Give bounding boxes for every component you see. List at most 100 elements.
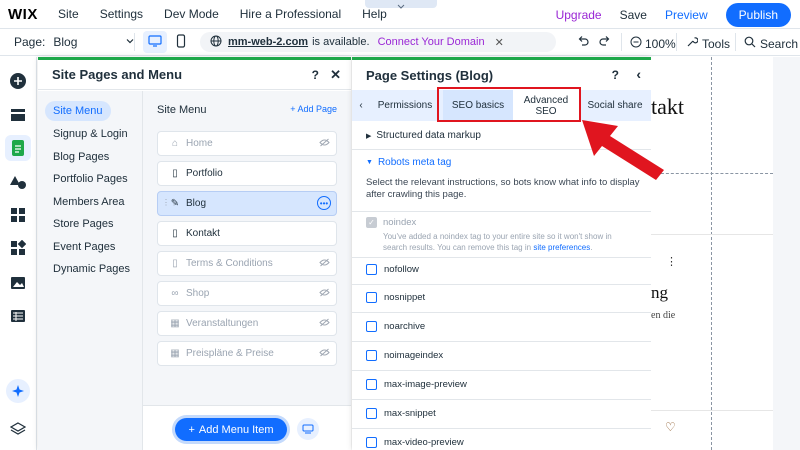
noimageindex-checkbox[interactable] bbox=[366, 350, 377, 361]
page-item-portfolio[interactable]: ▯ Portfolio bbox=[157, 161, 337, 186]
cms-icon[interactable] bbox=[8, 306, 28, 326]
divider bbox=[134, 33, 135, 51]
add-page-link[interactable]: + Add Page bbox=[290, 104, 337, 114]
tab-permissions[interactable]: Permissions bbox=[370, 90, 440, 121]
top-menu: Site Settings Dev Mode Hire a Profession… bbox=[58, 7, 408, 21]
desktop-icon bbox=[148, 34, 162, 50]
category-dynamic-pages[interactable]: Dynamic Pages bbox=[45, 259, 138, 279]
option-max-snippet[interactable]: max-snippet bbox=[366, 408, 436, 419]
more-vertical-icon[interactable]: ⋮ bbox=[666, 255, 677, 268]
menu-settings[interactable]: Settings bbox=[100, 7, 143, 21]
undo-icon[interactable] bbox=[576, 34, 590, 51]
annotation-highlight-box bbox=[437, 87, 581, 122]
close-icon[interactable]: ✕ bbox=[495, 36, 504, 49]
menu-settings-icon[interactable] bbox=[297, 418, 319, 440]
add-menu-item-button[interactable]: + Add Menu Item bbox=[175, 418, 287, 441]
collapse-top-bar-handle[interactable] bbox=[365, 0, 437, 9]
category-signup-login[interactable]: Signup & Login bbox=[45, 124, 136, 144]
chevron-left-icon[interactable]: ‹ bbox=[636, 66, 641, 82]
apps-icon[interactable] bbox=[8, 205, 28, 225]
tab-scroll-left-icon[interactable]: ‹ bbox=[354, 90, 368, 121]
tab-social-share[interactable]: Social share bbox=[582, 90, 648, 121]
desktop-view-button[interactable] bbox=[143, 31, 167, 53]
save-button[interactable]: Save bbox=[620, 8, 647, 22]
canvas-post-title[interactable]: ng bbox=[651, 283, 668, 303]
wix-logo[interactable]: WIX bbox=[8, 6, 58, 23]
menu-dev-mode[interactable]: Dev Mode bbox=[164, 7, 219, 21]
drag-handle-icon[interactable]: ⋮⋮ bbox=[162, 198, 178, 207]
mobile-view-button[interactable] bbox=[169, 31, 193, 53]
option-nosnippet[interactable]: nosnippet bbox=[366, 292, 425, 303]
tools-button[interactable]: Tools bbox=[686, 36, 730, 51]
media-icon[interactable] bbox=[8, 273, 28, 293]
add-elements-icon[interactable] bbox=[8, 71, 28, 91]
noindex-option: ✓ noindex You've added a noindex tag to … bbox=[366, 217, 635, 253]
page-item-label: Home bbox=[186, 138, 213, 149]
page-item-terms[interactable]: ▯ Terms & Conditions bbox=[157, 251, 337, 276]
category-store-pages[interactable]: Store Pages bbox=[45, 214, 122, 234]
divider bbox=[352, 211, 651, 212]
page-item-veranstaltungen[interactable]: ▦ Veranstaltungen bbox=[157, 311, 337, 336]
page-settings-header: Page Settings (Blog) ? ‹ bbox=[352, 60, 651, 90]
page-item-blog[interactable]: ⋮⋮ ✎ Blog ••• bbox=[157, 191, 337, 216]
help-icon[interactable]: ? bbox=[612, 68, 619, 82]
page-categories: Site Menu Signup & Login Blog Pages Port… bbox=[38, 91, 142, 450]
help-icon[interactable]: ? bbox=[312, 68, 319, 82]
option-max-image-preview[interactable]: max-image-preview bbox=[366, 379, 467, 390]
accordion-label: Robots meta tag bbox=[377, 157, 452, 168]
home-icon: ⌂ bbox=[171, 138, 179, 149]
add-section-icon[interactable] bbox=[8, 105, 28, 125]
ai-assistant-icon[interactable] bbox=[6, 379, 30, 403]
page-item-shop[interactable]: ∞ Shop bbox=[157, 281, 337, 306]
redo-icon[interactable] bbox=[598, 34, 612, 51]
menu-hire-professional[interactable]: Hire a Professional bbox=[240, 7, 341, 21]
max-video-preview-checkbox[interactable] bbox=[366, 437, 377, 448]
max-image-preview-checkbox[interactable] bbox=[366, 379, 377, 390]
site-pages-panel: Site Pages and Menu ? ✕ Site Menu Signup… bbox=[38, 57, 351, 450]
page-selector[interactable]: Blog bbox=[53, 35, 135, 49]
noarchive-checkbox[interactable] bbox=[366, 321, 377, 332]
close-icon[interactable]: ✕ bbox=[330, 67, 341, 83]
page-item-label: Preispläne & Preise bbox=[186, 348, 274, 359]
option-noarchive[interactable]: noarchive bbox=[366, 321, 425, 332]
zoom-control[interactable]: 100% bbox=[630, 36, 676, 51]
category-members-area[interactable]: Members Area bbox=[45, 192, 133, 212]
structured-data-accordion[interactable]: ▶ Structured data markup bbox=[366, 130, 481, 141]
search-button[interactable]: Search bbox=[744, 36, 798, 51]
heart-icon[interactable]: ♡ bbox=[665, 420, 676, 434]
page-icon: ▯ bbox=[172, 228, 178, 239]
menu-site[interactable]: Site bbox=[58, 7, 79, 21]
preview-button[interactable]: Preview bbox=[665, 8, 708, 22]
option-noimageindex[interactable]: noimageindex bbox=[366, 350, 443, 361]
page-item-kontakt[interactable]: ▯ Kontakt bbox=[157, 221, 337, 246]
category-blog-pages[interactable]: Blog Pages bbox=[45, 147, 117, 167]
page-item-home[interactable]: ⌂ Home bbox=[157, 131, 337, 156]
category-event-pages[interactable]: Event Pages bbox=[45, 237, 123, 257]
connect-domain-link[interactable]: Connect Your Domain bbox=[378, 36, 485, 48]
robots-meta-accordion[interactable]: ▼ Robots meta tag bbox=[366, 157, 451, 168]
more-options-icon[interactable]: ••• bbox=[317, 196, 331, 210]
option-max-video-preview[interactable]: max-video-preview bbox=[366, 437, 464, 448]
option-nofollow[interactable]: nofollow bbox=[366, 264, 419, 275]
canvas-heading[interactable]: takt bbox=[651, 94, 684, 120]
wrench-icon bbox=[686, 36, 699, 51]
plus-icon: + bbox=[188, 423, 195, 436]
upgrade-link[interactable]: Upgrade bbox=[556, 8, 602, 22]
category-portfolio-pages[interactable]: Portfolio Pages bbox=[45, 169, 136, 189]
publish-button[interactable]: Publish bbox=[725, 2, 791, 27]
design-icon[interactable] bbox=[8, 172, 28, 192]
site-preferences-link[interactable]: site preferences bbox=[533, 243, 590, 252]
layers-icon[interactable] bbox=[8, 419, 28, 439]
hidden-eye-icon bbox=[319, 288, 330, 299]
canvas-gridline bbox=[711, 57, 712, 450]
page-icon: ▯ bbox=[172, 258, 178, 269]
pages-icon[interactable] bbox=[5, 135, 31, 161]
business-apps-icon[interactable] bbox=[8, 238, 28, 258]
nosnippet-checkbox[interactable] bbox=[366, 292, 377, 303]
page-item-preisplaene[interactable]: ▦ Preispläne & Preise bbox=[157, 341, 337, 366]
max-snippet-checkbox[interactable] bbox=[366, 408, 377, 419]
hidden-eye-icon bbox=[319, 138, 330, 149]
nofollow-checkbox[interactable] bbox=[366, 264, 377, 275]
category-site-menu[interactable]: Site Menu bbox=[45, 101, 111, 121]
page-item-label: Kontakt bbox=[186, 228, 220, 239]
